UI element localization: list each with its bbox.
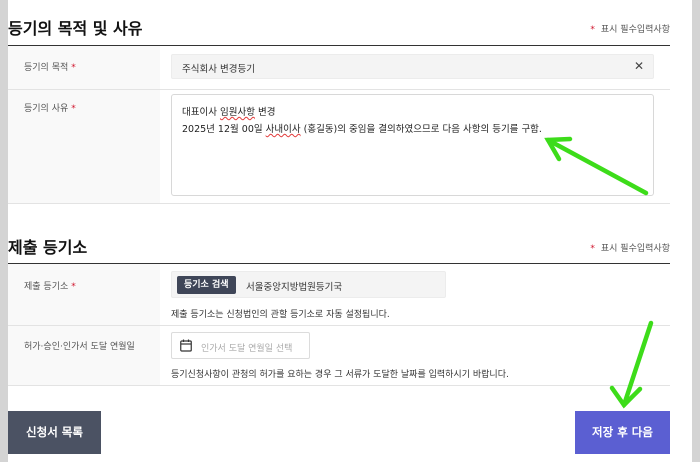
annotation-arrow-icon xyxy=(544,136,654,409)
